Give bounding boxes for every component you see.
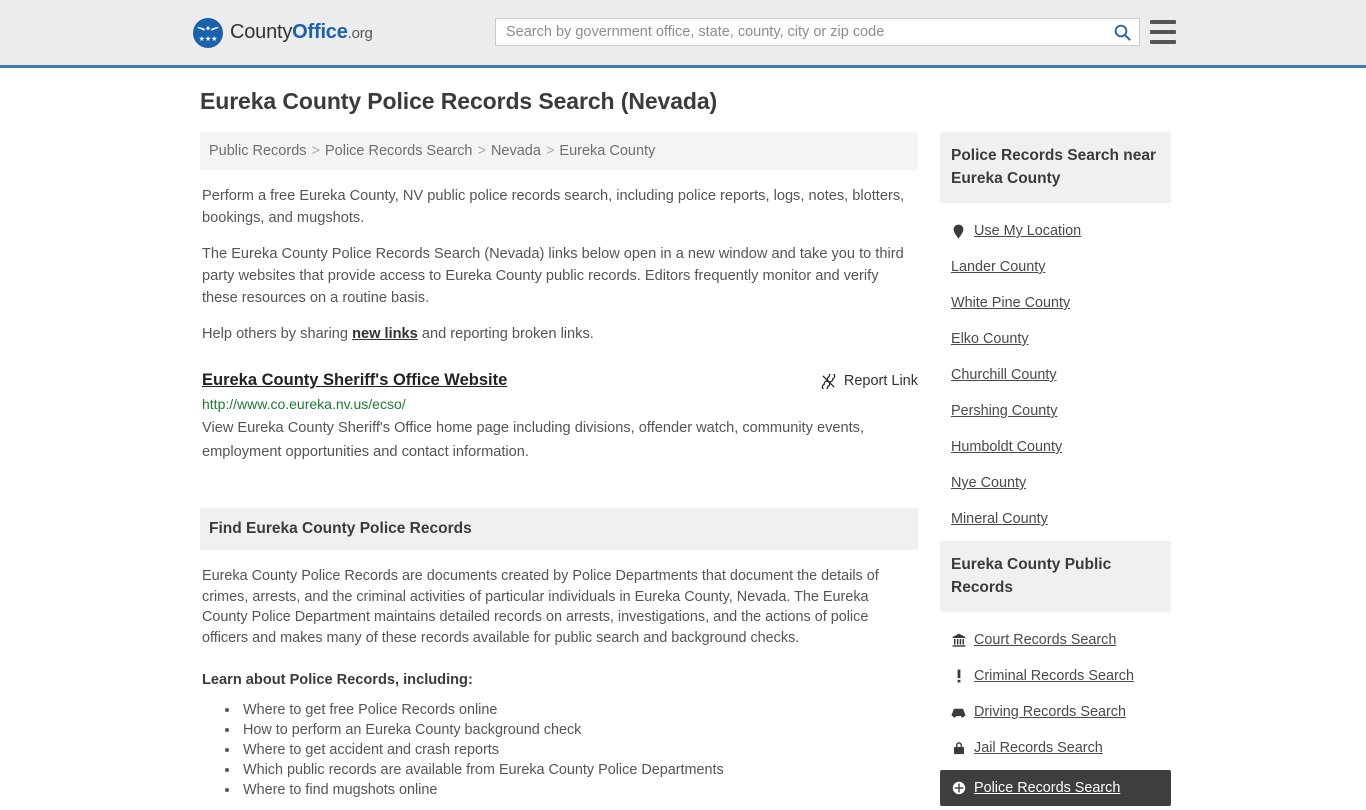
sidebar-item-label[interactable]: Elko County [951, 331, 1029, 347]
search-submit-button[interactable] [1105, 19, 1139, 45]
list-item: Which public records are available from … [225, 760, 916, 780]
nearby-records-heading: Police Records Search near Eureka County [940, 132, 1171, 203]
sidebar-item-use-my-location[interactable]: Use My Location [940, 213, 1171, 249]
breadcrumb-item-eureka-county[interactable]: Eureka County [559, 143, 655, 159]
sidebar-item-label[interactable]: Humboldt County [951, 439, 1062, 455]
report-link-label: Report Link [843, 373, 918, 389]
sidebar-item-label[interactable]: Pershing County [951, 403, 1057, 419]
sidebar-item-label[interactable]: Nye County [951, 475, 1026, 491]
countyoffice-logo-icon: ★★★ [193, 17, 223, 48]
sidebar-item-label[interactable]: Mineral County [951, 511, 1048, 527]
main-content: Public Records > Police Records Search > Nev… [200, 132, 918, 800]
sidebar-item-label[interactable]: Driving Records Search [974, 704, 1126, 720]
intro-paragraph-3: Help others by sharing new links and rep… [202, 323, 918, 345]
sidebar-item-nye-county[interactable]: Nye County [940, 465, 1171, 501]
three-stars-icon: ★★★ [198, 35, 218, 43]
brand-text-county: County [230, 21, 293, 43]
sidebar-item-label[interactable]: Use My Location [974, 223, 1081, 239]
sidebar-item-driving-records-search[interactable]: Driving Records Search [940, 694, 1171, 730]
sidebar-item-label[interactable]: Court Records Search [974, 632, 1116, 648]
search-bar [495, 18, 1140, 46]
hamburger-bar-3 [1150, 40, 1176, 44]
sidebar-item-elko-county[interactable]: Elko County [940, 321, 1171, 357]
courthouse-icon [951, 633, 966, 647]
intro-paragraph-2: The Eureka County Police Records Search … [202, 246, 904, 306]
nearby-county-list: Use My Location Lander County White Pine… [940, 203, 1171, 537]
breadcrumb-item-public-records[interactable]: Public Records [209, 143, 307, 159]
find-records-section: Find Eureka County Police Records Eureka… [200, 508, 918, 800]
sidebar-item-label[interactable]: Police Records Search [974, 780, 1120, 796]
sidebar-item-court-records-search[interactable]: Court Records Search [940, 622, 1171, 658]
site-logo-link[interactable]: ★★★ CountyOffice.org [193, 17, 373, 48]
sidebar-item-pershing-county[interactable]: Pershing County [940, 393, 1171, 429]
learn-bullet-list: Where to get free Police Records online … [202, 700, 916, 800]
nearby-records-box: Police Records Search near Eureka County… [940, 132, 1171, 537]
sidebar-item-label[interactable]: Jail Records Search [974, 740, 1103, 756]
result-header-row: Eureka County Sheriff's Office Website R… [202, 371, 918, 390]
sidebar-item-mineral-county[interactable]: Mineral County [940, 501, 1171, 537]
brand-text-office: Office [292, 21, 348, 43]
report-link-button[interactable]: Report Link [821, 371, 918, 389]
public-records-list: Court Records Search Criminal Records Se… [940, 612, 1171, 806]
exclamation-icon [951, 669, 966, 683]
list-item: Where to get free Police Records online [225, 700, 916, 720]
sidebar-item-white-pine-county[interactable]: White Pine County [940, 285, 1171, 321]
breadcrumb: Public Records > Police Records Search > Nev… [200, 132, 918, 170]
hamburger-bar-1 [1150, 20, 1176, 24]
public-records-box: Eureka County Public Records Court Recor… [940, 541, 1171, 806]
search-input[interactable] [496, 19, 1105, 45]
new-links-link[interactable]: new links [352, 326, 418, 342]
page-title: Eureka County Police Records Search (Nev… [200, 88, 718, 114]
share-text-after: and reporting broken links. [417, 326, 594, 342]
padlock-icon [951, 741, 966, 755]
result-url-link[interactable]: http://www.co.eureka.nv.us/ecso/ [202, 396, 918, 412]
sidebar-item-label[interactable]: Lander County [951, 259, 1045, 275]
eagle-wings-icon [197, 25, 219, 31]
brand-text-org: .org [347, 25, 373, 42]
section-body: Eureka County Police Records are documen… [200, 566, 918, 800]
list-item: How to perform an Eureka County backgrou… [225, 720, 916, 740]
search-icon [1114, 24, 1131, 41]
sidebar: Police Records Search near Eureka County… [940, 132, 1171, 810]
car-icon [951, 707, 966, 718]
intro-paragraph-1: Perform a free Eureka County, NV public … [202, 188, 905, 226]
police-badge-icon [951, 781, 966, 795]
public-records-heading: Eureka County Public Records [940, 541, 1171, 612]
breadcrumb-item-police-records-search[interactable]: Police Records Search [325, 143, 473, 159]
hamburger-menu-button[interactable] [1150, 20, 1176, 44]
sidebar-item-police-records-search[interactable]: Police Records Search [940, 770, 1171, 806]
sidebar-item-label[interactable]: White Pine County [951, 295, 1070, 311]
site-header: ★★★ CountyOffice.org [0, 0, 1366, 68]
breadcrumb-separator: > [545, 143, 555, 159]
section-heading: Find Eureka County Police Records [200, 508, 918, 550]
breadcrumb-item-nevada[interactable]: Nevada [491, 143, 541, 159]
sidebar-item-humboldt-county[interactable]: Humboldt County [940, 429, 1171, 465]
section-paragraph: Eureka County Police Records are documen… [202, 568, 879, 646]
sidebar-item-lander-county[interactable]: Lander County [940, 249, 1171, 285]
list-item: Where to find mugshots online [225, 780, 916, 800]
result-entry: Eureka County Sheriff's Office Website R… [202, 371, 918, 464]
page-container: Eureka County Police Records Search (Nev… [193, 68, 1173, 810]
share-text-before: Help others by sharing [202, 326, 353, 342]
sidebar-item-label[interactable]: Churchill County [951, 367, 1057, 383]
breadcrumb-separator: > [311, 143, 320, 159]
content-columns: Public Records > Police Records Search > Nev… [193, 132, 1173, 810]
brand-wordmark: CountyOffice.org [230, 21, 373, 44]
sidebar-item-churchill-county[interactable]: Churchill County [940, 357, 1171, 393]
sidebar-item-jail-records-search[interactable]: Jail Records Search [940, 730, 1171, 766]
broken-link-icon [821, 373, 836, 389]
learn-about-heading: Learn about Police Records, including: [202, 672, 473, 688]
sidebar-item-criminal-records-search[interactable]: Criminal Records Search [940, 658, 1171, 694]
breadcrumb-separator: > [477, 143, 486, 159]
sidebar-item-label[interactable]: Criminal Records Search [974, 668, 1134, 684]
result-description: View Eureka County Sheriff's Office home… [202, 420, 865, 460]
result-title-link[interactable]: Eureka County Sheriff's Office Website [202, 371, 507, 390]
hamburger-bar-2 [1150, 30, 1176, 34]
list-item: Where to get accident and crash reports [225, 740, 916, 760]
map-pin-icon [951, 224, 966, 239]
